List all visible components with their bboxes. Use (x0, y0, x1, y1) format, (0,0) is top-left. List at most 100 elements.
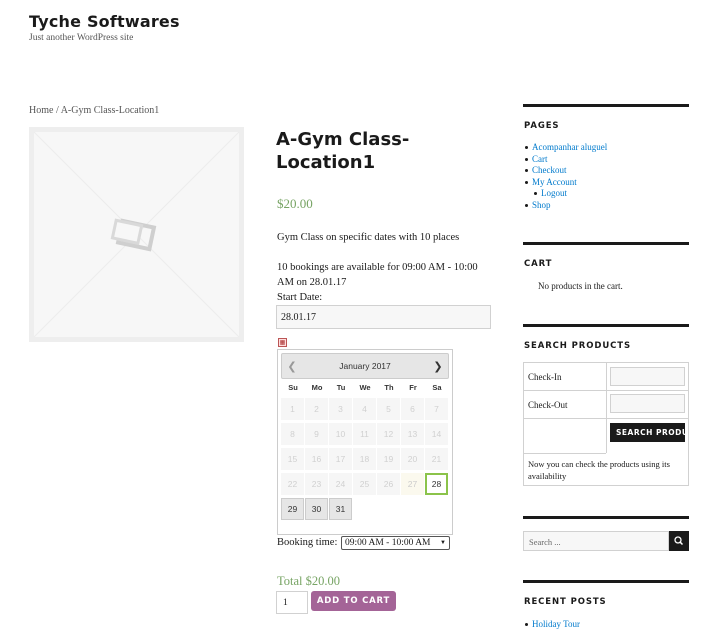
site-search-input[interactable]: Search ... (523, 531, 669, 551)
datepicker-week: 15 16 17 18 19 20 21 (281, 446, 449, 471)
datepicker-header: ❮ January 2017 ❯ (281, 353, 449, 379)
weekday-label: Fr (409, 383, 417, 392)
pages-list-item: Logout (533, 188, 607, 200)
booking-time-select[interactable]: 09:00 AM - 10:00 AM ▼ (341, 536, 450, 550)
product-image-placeholder[interactable] (29, 127, 244, 342)
datepicker-day[interactable]: 29 (281, 498, 304, 520)
product-price: $20.00 (277, 196, 313, 211)
datepicker-week: 22 23 24 25 26 27 28 (281, 471, 449, 496)
add-to-cart-button[interactable]: ADD TO CART (311, 591, 396, 611)
weekday-label: Th (384, 383, 394, 392)
pages-widget-title: PAGES (524, 121, 560, 131)
pages-list-item: My Account (524, 177, 607, 189)
pages-list: Acompanhar aluguel Cart Checkout My Account… (524, 142, 607, 212)
datepicker-empty-cell (401, 498, 424, 520)
breadcrumb-separator: / (53, 105, 61, 116)
total-price: Total $20.00 (277, 574, 341, 588)
check-out-label: Check-Out (528, 400, 568, 410)
datepicker-day: 5 (377, 398, 400, 420)
datepicker-day: 21 (425, 448, 448, 470)
product-description: Gym Class on specific dates with 10 plac… (277, 232, 460, 243)
booking-time-value: 09:00 AM - 10:00 AM (345, 538, 431, 548)
datepicker-day: 23 (305, 473, 328, 495)
start-date-label: Start Date: (277, 292, 323, 303)
datepicker-day[interactable]: 31 (329, 498, 352, 520)
check-in-label: Check-In (528, 372, 562, 382)
widget-divider (523, 580, 689, 583)
placeholder-image-icon (33, 131, 240, 338)
pages-list-item: Cart (524, 154, 607, 166)
site-title[interactable]: Tyche Softwares (29, 12, 180, 31)
weekday-label: Tu (336, 383, 346, 392)
recent-posts-widget-title: RECENT POSTS (524, 597, 607, 607)
weekday-label: Su (288, 383, 298, 392)
datepicker-day: 13 (401, 423, 424, 445)
datepicker-day[interactable]: 30 (305, 498, 328, 520)
datepicker-day: 1 (281, 398, 304, 420)
recent-post-link[interactable]: Holiday Tour (532, 619, 580, 629)
datepicker-empty-cell (353, 498, 376, 520)
datepicker-day: 8 (281, 423, 304, 445)
datepicker-day: 6 (401, 398, 424, 420)
check-in-input[interactable] (610, 367, 685, 386)
datepicker-day: 17 (329, 448, 352, 470)
weekday-label: We (359, 383, 371, 392)
search-products-widget-title: SEARCH PRODUCTS (524, 341, 631, 351)
datepicker-day: 27 (401, 473, 424, 495)
site-description: Just another WordPress site (29, 33, 134, 43)
check-out-input[interactable] (610, 394, 685, 413)
start-date-input[interactable]: 28.01.17 (276, 305, 491, 329)
page-link[interactable]: Shop (532, 200, 551, 210)
datepicker-day: 24 (329, 473, 352, 495)
breadcrumb-home-link[interactable]: Home (29, 105, 53, 116)
weekday-label: Mo (311, 383, 323, 392)
breadcrumb: Home / A-Gym Class-Location1 (29, 105, 159, 116)
availability-text: 10 bookings are available for 09:00 AM -… (277, 262, 478, 288)
page-link[interactable]: Checkout (532, 165, 567, 175)
datepicker-day: 25 (353, 473, 376, 495)
datepicker-empty-cell (377, 498, 400, 520)
page-link[interactable]: Logout (541, 188, 567, 198)
datepicker-empty-cell (425, 498, 448, 520)
widget-divider (523, 242, 689, 245)
breadcrumb-current: A-Gym Class-Location1 (60, 105, 160, 116)
weekday-label: Sa (432, 383, 442, 392)
site-search-button[interactable] (669, 531, 689, 551)
search-products-button[interactable]: SEARCH PRODUCTS (610, 423, 685, 442)
datepicker-day: 20 (401, 448, 424, 470)
cart-empty-text: No products in the cart. (538, 281, 623, 291)
datepicker-day: 9 (305, 423, 328, 445)
datepicker-day: 15 (281, 448, 304, 470)
page-link[interactable]: My Account (532, 177, 577, 187)
datepicker-day: 7 (425, 398, 448, 420)
page-link[interactable]: Acompanhar aluguel (532, 142, 607, 152)
cart-widget-title: CART (524, 259, 553, 269)
pages-list-item: Acompanhar aluguel (524, 142, 607, 154)
page-link[interactable]: Cart (532, 154, 548, 164)
table-divider (606, 363, 607, 453)
pages-list-item: Shop (524, 200, 607, 212)
search-products-form: Check-In Check-Out SEARCH PRODUCTS Now y… (523, 362, 689, 486)
datepicker-day: 18 (353, 448, 376, 470)
datepicker-day: 12 (377, 423, 400, 445)
calendar-icon[interactable]: ▦ (278, 338, 287, 347)
quantity-input[interactable]: 1 (276, 591, 308, 614)
datepicker-day: 22 (281, 473, 304, 495)
widget-divider (523, 516, 689, 519)
datepicker-day: 16 (305, 448, 328, 470)
datepicker-week: 8 9 10 11 12 13 14 (281, 421, 449, 446)
recent-posts-list: Holiday Tour (524, 619, 580, 631)
datepicker-day[interactable]: 28 (425, 473, 448, 495)
availability-note: Now you can check the products using its… (528, 459, 670, 481)
datepicker-weekdays: Su Mo Tu We Th Fr Sa (281, 383, 449, 392)
search-icon (674, 536, 684, 546)
datepicker-day: 11 (353, 423, 376, 445)
product-title: A-Gym Class-Location1 (276, 129, 410, 173)
table-divider (524, 453, 606, 454)
datepicker-day: 14 (425, 423, 448, 445)
booking-time-label: Booking time: (277, 537, 338, 548)
datepicker-month-title: January 2017 (339, 361, 391, 371)
datepicker: ❮ January 2017 ❯ Su Mo Tu We Th Fr Sa 12… (277, 349, 453, 535)
datepicker-day: 19 (377, 448, 400, 470)
chevron-right-icon[interactable]: ❯ (431, 360, 445, 374)
